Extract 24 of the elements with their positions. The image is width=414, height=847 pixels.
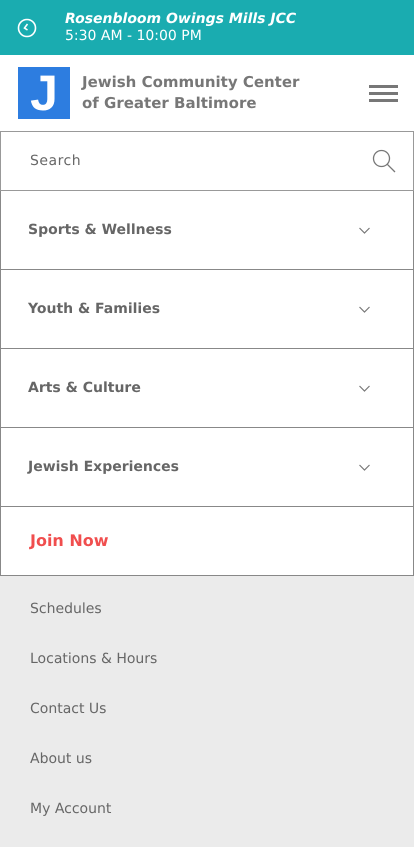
footer-link[interactable]: Contact Us <box>0 684 414 734</box>
site-title: of Greater Baltimore <box>82 93 258 114</box>
logo[interactable]: J <box>18 67 70 119</box>
site-title: Jewish Community Center <box>82 72 300 93</box>
menu-category[interactable]: Sports & Wellness <box>0 191 414 270</box>
location-hours: 5:30 AM - 10:00 PM <box>65 28 203 44</box>
search-input[interactable]: Search <box>28 150 372 172</box>
clock-icon[interactable] <box>17 18 37 38</box>
search-icon[interactable] <box>372 149 396 173</box>
menu-category[interactable]: Youth & Families <box>0 270 414 349</box>
chevron-icon <box>359 306 370 312</box>
join-link[interactable]: Join Now <box>0 507 414 576</box>
footer-link[interactable]: Schedules <box>0 584 414 634</box>
footer-link[interactable]: About us <box>0 734 414 784</box>
location-name: Rosenbloom Owings Mills JCC <box>65 10 296 28</box>
menu-category[interactable]: Arts & Culture <box>0 349 414 428</box>
menu-category[interactable]: Jewish Experiences <box>0 428 414 507</box>
footer-link[interactable]: My Account <box>0 784 414 834</box>
chevron-icon <box>359 226 370 234</box>
chevron-icon <box>359 384 370 392</box>
footer-link[interactable]: Locations & Hours <box>0 634 414 684</box>
menu-icon[interactable] <box>369 84 398 102</box>
chevron-icon <box>359 464 370 470</box>
search-field[interactable]: Search <box>0 131 414 191</box>
